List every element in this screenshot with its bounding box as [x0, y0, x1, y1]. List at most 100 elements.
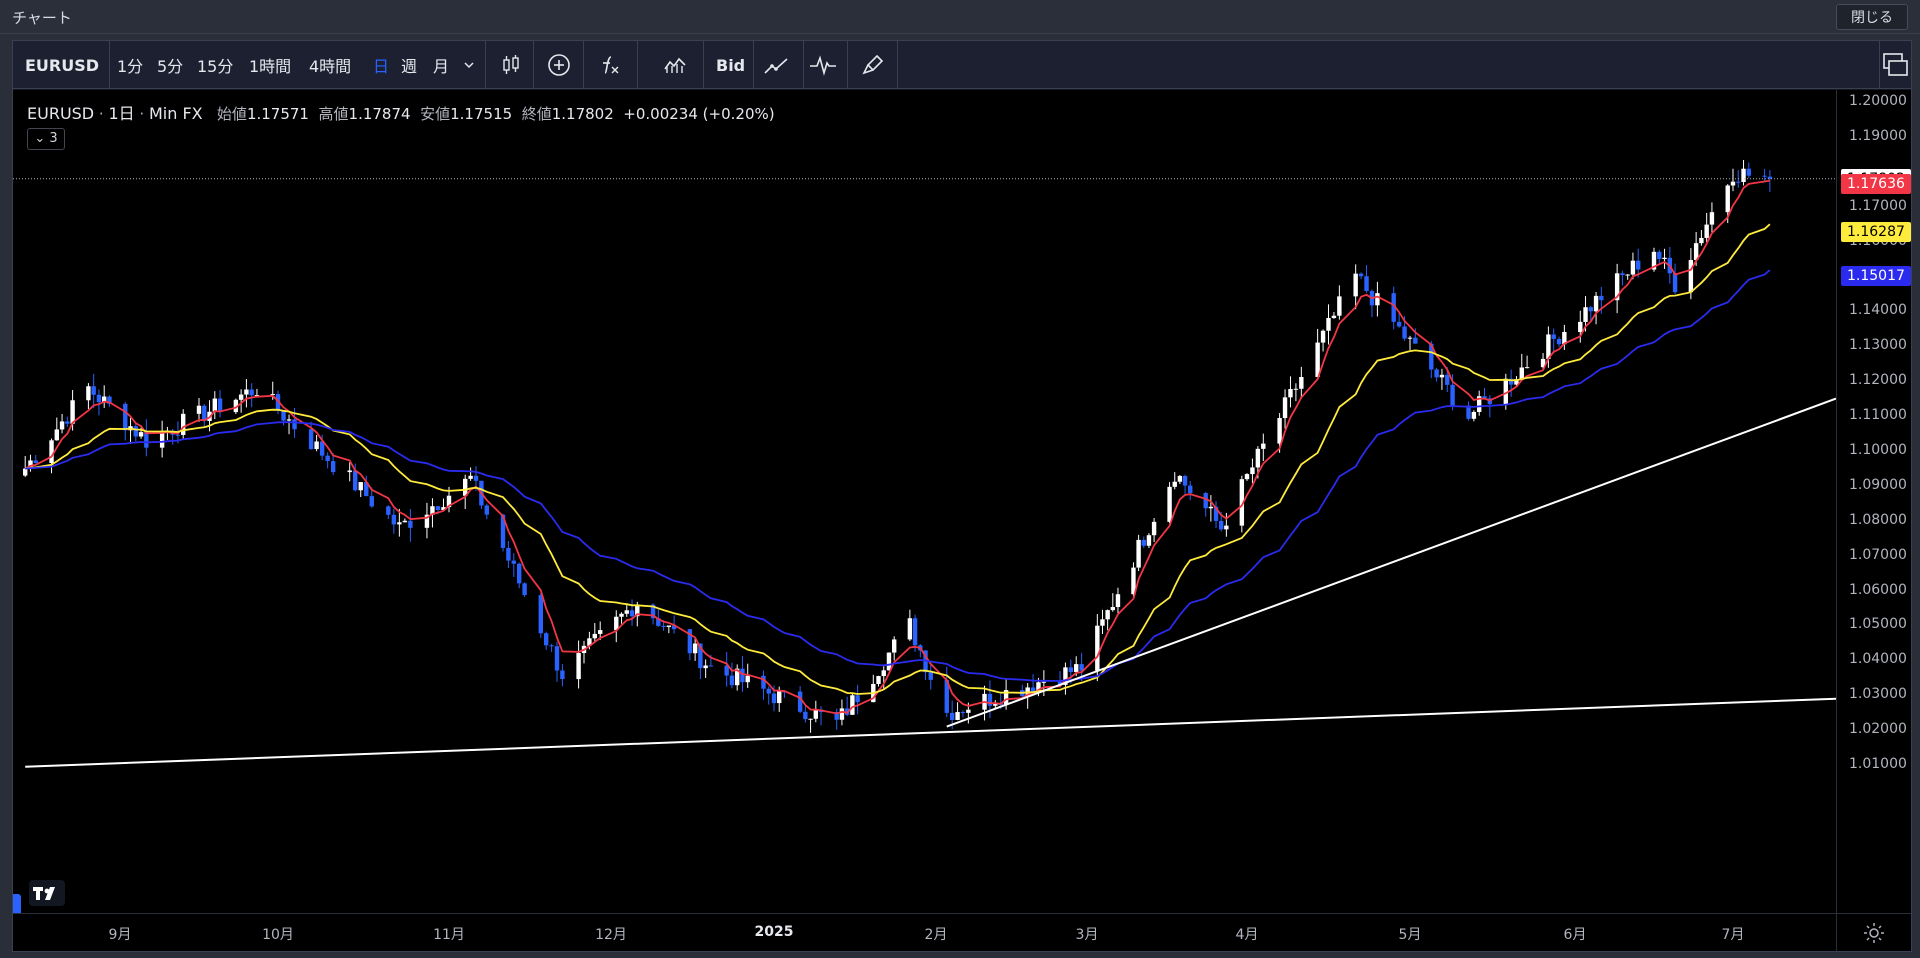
add-compare-icon [545, 51, 573, 79]
candle-body [576, 652, 581, 680]
candle-body [325, 455, 330, 462]
candle-body [517, 563, 522, 584]
chart-pane[interactable]: EURUSD · 1日 · Min FX 始値1.17571 高値1.17874… [13, 90, 1837, 926]
chart-type-button[interactable] [497, 41, 525, 89]
candle-body [1208, 506, 1214, 509]
price-chart[interactable] [13, 90, 1837, 913]
templates-button[interactable] [661, 41, 689, 89]
candle-body [33, 460, 38, 464]
interval-4h[interactable]: 4時間 [309, 41, 351, 89]
candle-body [1255, 448, 1261, 468]
pulse-button[interactable] [809, 41, 837, 89]
price-tick-label: 1.02000 [1849, 721, 1907, 738]
candle-body [703, 665, 708, 669]
price-tick-label: 1.01000 [1849, 756, 1907, 772]
candle-body [23, 468, 28, 476]
legend-change: +0.00234 (+0.20%) [623, 105, 775, 123]
candle-body [314, 441, 319, 450]
candle-body [771, 693, 777, 704]
brush-button[interactable] [859, 41, 887, 89]
candle-body [1471, 411, 1477, 419]
candle-body [1519, 367, 1524, 380]
candle-body [928, 672, 933, 680]
legend-open-label: 始値 [216, 105, 247, 123]
tradingview-logo-icon [33, 887, 55, 900]
time-axis[interactable]: 9月 10月 11月 12月 2025 2月 3月 4月 5月 6月 7月 [13, 913, 1836, 951]
interval-1d[interactable]: 日 [373, 41, 389, 89]
candle-body [745, 675, 750, 683]
candle-body [249, 389, 254, 396]
price-tick-label: 1.07000 [1849, 546, 1907, 563]
interval-15m[interactable]: 15分 [197, 41, 233, 89]
candle-body [1636, 260, 1641, 270]
candle-body [661, 625, 666, 627]
candle-body [91, 386, 96, 395]
candle-body [1407, 337, 1413, 339]
bid-ask-button[interactable]: Bid [716, 41, 745, 89]
candle-body [1244, 474, 1250, 480]
candle-body [1741, 168, 1746, 182]
ma-fast-line [24, 179, 1771, 715]
candle-body [1146, 535, 1152, 546]
candle-body [1551, 334, 1556, 339]
chevron-down-icon: ⌄ [34, 131, 46, 146]
price-tick-label: 1.19000 [1849, 127, 1907, 144]
time-tick-label: 2月 [924, 927, 948, 943]
time-tick-label: 5月 [1398, 927, 1422, 943]
candle-body [1320, 330, 1326, 343]
candle-body [1261, 443, 1266, 449]
candle-body [1224, 525, 1229, 530]
interval-1h[interactable]: 1時間 [249, 41, 291, 89]
candle-body [175, 434, 181, 436]
candle-body [949, 712, 955, 720]
candle-body [912, 618, 918, 646]
symbol-search-button[interactable]: EURUSD [25, 41, 99, 89]
candle-body [1396, 321, 1402, 327]
candle-body [766, 688, 771, 694]
interval-1m[interactable]: 1分 [117, 41, 143, 89]
templates-icon [661, 51, 689, 79]
tradingview-logo[interactable] [29, 880, 65, 906]
indicators-button[interactable] [597, 41, 625, 89]
candle-body [1105, 610, 1110, 620]
candle-body [1556, 338, 1562, 345]
axis-corner[interactable] [1836, 913, 1911, 951]
price-axis[interactable]: 1.200001.190001.170001.160001.140001.130… [1836, 90, 1911, 913]
candle-body [1110, 607, 1116, 611]
candle-body [1725, 185, 1730, 213]
interval-1mo[interactable]: 月 [433, 41, 449, 89]
chevron-down-icon [464, 62, 474, 69]
candle-body [886, 652, 892, 671]
ma-mid-line [25, 223, 1771, 695]
candle-body [391, 514, 397, 525]
candle-body [408, 520, 413, 528]
candle-body [1599, 295, 1604, 301]
candle-body [1177, 475, 1183, 482]
candle-body [353, 470, 358, 491]
candle-body [1095, 625, 1100, 671]
interval-5m[interactable]: 5分 [157, 41, 183, 89]
candle-body [181, 413, 186, 435]
candle-body [511, 560, 516, 564]
candle-body [624, 610, 629, 614]
candle-body [1250, 467, 1255, 475]
line-tool-button[interactable] [763, 41, 791, 89]
interval-dropdown[interactable] [463, 41, 475, 89]
candle-body [1288, 388, 1293, 398]
interval-1w[interactable]: 週 [401, 41, 417, 89]
candle-body [797, 691, 803, 712]
layout-button[interactable] [1881, 41, 1909, 89]
candle-body [1074, 664, 1079, 672]
close-button[interactable]: 閉じる [1836, 4, 1908, 30]
indicator-count: 3 [49, 131, 58, 146]
compare-button[interactable] [545, 41, 573, 89]
settings-gear-icon [1864, 923, 1884, 943]
time-tick-label: 7月 [1721, 927, 1745, 943]
candle-body [1583, 307, 1588, 322]
layout-icon [1881, 51, 1909, 79]
trendline-2 [946, 397, 1837, 728]
indicator-collapse-button[interactable]: ⌄ 3 [27, 128, 65, 150]
candle-body [891, 639, 897, 653]
candle-body [1358, 273, 1364, 277]
candle-body [729, 675, 735, 686]
